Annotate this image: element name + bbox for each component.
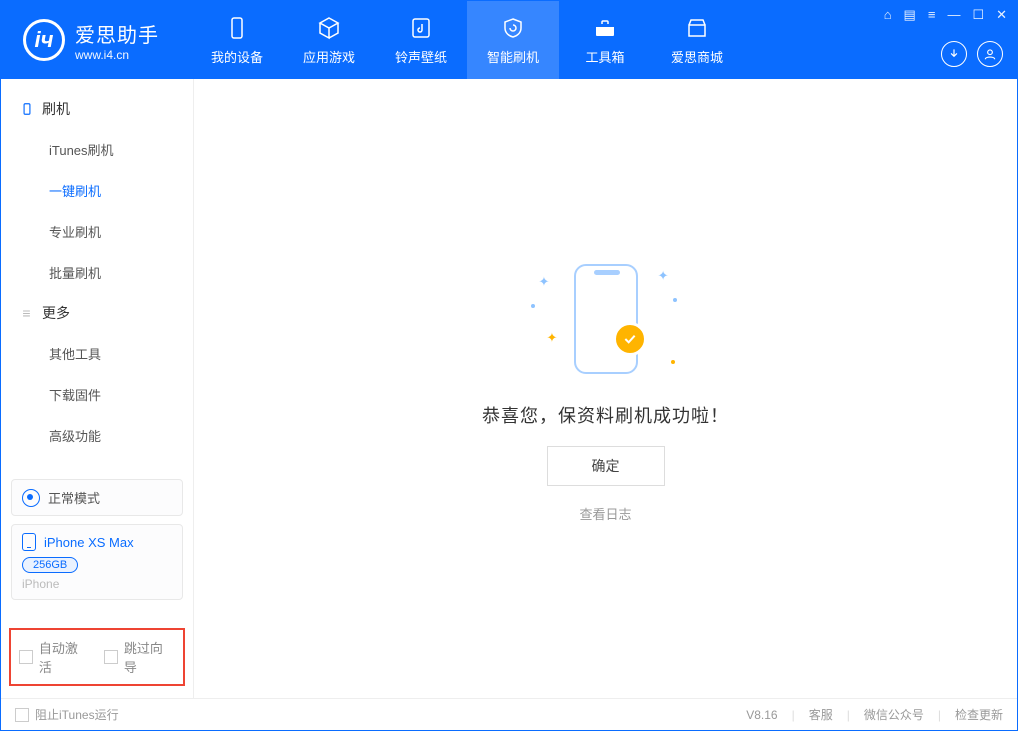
phone-illustration-icon [574, 264, 638, 374]
header: iч 爱思助手 www.i4.cn 我的设备 应用游戏 铃声壁纸 智能刷机 [1, 1, 1017, 79]
sidebar: 刷机 iTunes刷机 一键刷机 专业刷机 批量刷机 ≡ 更多 其他工具 下载固… [1, 79, 194, 698]
sparkle-icon: ✦ [658, 268, 669, 284]
version-label: V8.16 [746, 708, 777, 722]
check-badge-icon [613, 322, 647, 356]
minimize-button[interactable]: — [947, 7, 960, 23]
phone-icon [22, 533, 36, 551]
device-type: iPhone [22, 577, 172, 591]
success-message: 恭喜您，保资料刷机成功啦！ [482, 402, 729, 428]
nav-label: 工具箱 [585, 47, 624, 66]
storage-badge: 256GB [22, 557, 78, 573]
checkbox-label: 阻止iTunes运行 [35, 706, 119, 723]
app-title: 爱思助手 [75, 19, 159, 48]
nav-smart-flash[interactable]: 智能刷机 [467, 1, 559, 79]
separator: | [847, 708, 850, 722]
sidebar-scroll: 刷机 iTunes刷机 一键刷机 专业刷机 批量刷机 ≡ 更多 其他工具 下载固… [1, 79, 193, 471]
logo: iч 爱思助手 www.i4.cn [1, 1, 191, 79]
ok-button[interactable]: 确定 [547, 446, 665, 486]
section-title: 刷机 [42, 99, 70, 119]
store-icon [684, 15, 710, 41]
phone-icon [224, 15, 250, 41]
briefcase-icon [592, 15, 618, 41]
app-window: iч 爱思助手 www.i4.cn 我的设备 应用游戏 铃声壁纸 智能刷机 [0, 0, 1018, 731]
checkbox-icon [19, 650, 33, 664]
sidebar-item-other-tools[interactable]: 其他工具 [1, 333, 193, 374]
sparkle-icon: ✦ [539, 274, 550, 290]
mode-panel[interactable]: 正常模式 [11, 479, 183, 516]
user-controls [941, 41, 1003, 67]
separator: | [792, 708, 795, 722]
shirt-icon[interactable]: ⌂ [884, 7, 892, 23]
support-link[interactable]: 客服 [809, 706, 833, 723]
device-row: iPhone XS Max [22, 533, 172, 551]
device-icon [19, 102, 34, 117]
device-name: iPhone XS Max [44, 535, 134, 550]
logo-text: 爱思助手 www.i4.cn [75, 19, 159, 62]
profile-button[interactable] [977, 41, 1003, 67]
sparkle-icon: ✦ [547, 330, 558, 346]
dot-icon [671, 360, 675, 364]
checkbox-icon [15, 708, 29, 722]
sidebar-section-flash: 刷机 [1, 89, 193, 129]
nav: 我的设备 应用游戏 铃声壁纸 智能刷机 工具箱 爱思商城 [191, 1, 743, 79]
check-update-link[interactable]: 检查更新 [955, 706, 1003, 723]
sidebar-item-advanced[interactable]: 高级功能 [1, 415, 193, 456]
footer-right: V8.16 | 客服 | 微信公众号 | 检查更新 [746, 706, 1003, 723]
main-content: ✦ ✦ ✦ 恭喜您，保资料刷机成功啦！ 确定 查看日志 [194, 79, 1017, 698]
music-note-icon [408, 15, 434, 41]
success-illustration: ✦ ✦ ✦ [521, 254, 691, 384]
footer: 阻止iTunes运行 V8.16 | 客服 | 微信公众号 | 检查更新 [1, 698, 1017, 730]
window-controls: ⌂ ▤ ≡ — ☐ ✕ [884, 7, 1007, 23]
mode-label: 正常模式 [48, 488, 100, 507]
nav-label: 应用游戏 [303, 47, 355, 66]
sidebar-item-oneclick-flash[interactable]: 一键刷机 [1, 170, 193, 211]
nav-my-device[interactable]: 我的设备 [191, 1, 283, 79]
header-right: ⌂ ▤ ≡ — ☐ ✕ [874, 1, 1017, 79]
nav-label: 爱思商城 [671, 47, 723, 66]
checkbox-block-itunes[interactable]: 阻止iTunes运行 [15, 706, 119, 723]
footer-left: 阻止iTunes运行 [15, 706, 119, 723]
separator: | [938, 708, 941, 722]
app-url: www.i4.cn [75, 48, 159, 62]
nav-toolbox[interactable]: 工具箱 [559, 1, 651, 79]
wechat-link[interactable]: 微信公众号 [864, 706, 924, 723]
nav-ringtones-wallpapers[interactable]: 铃声壁纸 [375, 1, 467, 79]
download-button[interactable] [941, 41, 967, 67]
nav-label: 我的设备 [211, 47, 263, 66]
note-icon[interactable]: ▤ [904, 7, 916, 23]
dot-icon [531, 304, 535, 308]
sidebar-section-more: ≡ 更多 [1, 293, 193, 333]
checkbox-auto-activate[interactable]: 自动激活 [19, 638, 90, 676]
dot-icon [673, 298, 677, 302]
sidebar-item-batch-flash[interactable]: 批量刷机 [1, 252, 193, 293]
nav-label: 铃声壁纸 [395, 47, 447, 66]
nav-apps-games[interactable]: 应用游戏 [283, 1, 375, 79]
sidebar-item-download-firmware[interactable]: 下载固件 [1, 374, 193, 415]
cube-icon [316, 15, 342, 41]
body: 刷机 iTunes刷机 一键刷机 专业刷机 批量刷机 ≡ 更多 其他工具 下载固… [1, 79, 1017, 698]
logo-icon: iч [23, 19, 65, 61]
refresh-shield-icon [500, 15, 526, 41]
maximize-button[interactable]: ☐ [972, 7, 984, 23]
device-panel[interactable]: iPhone XS Max 256GB iPhone [11, 524, 183, 600]
menu-icon[interactable]: ≡ [928, 7, 936, 23]
checkbox-icon [104, 650, 118, 664]
list-icon: ≡ [19, 306, 34, 321]
mode-icon [22, 489, 40, 507]
nav-label: 智能刷机 [487, 47, 539, 66]
checkbox-label: 跳过向导 [124, 638, 175, 676]
checkbox-label: 自动激活 [39, 638, 90, 676]
sidebar-item-pro-flash[interactable]: 专业刷机 [1, 211, 193, 252]
device-panels: 正常模式 iPhone XS Max 256GB iPhone [1, 471, 193, 600]
checkbox-skip-guide[interactable]: 跳过向导 [104, 638, 175, 676]
close-button[interactable]: ✕ [996, 7, 1007, 23]
section-title: 更多 [42, 303, 70, 323]
options-highlight: 自动激活 跳过向导 [9, 628, 185, 686]
view-log-link[interactable]: 查看日志 [579, 504, 631, 523]
nav-store[interactable]: 爱思商城 [651, 1, 743, 79]
sidebar-item-itunes-flash[interactable]: iTunes刷机 [1, 129, 193, 170]
